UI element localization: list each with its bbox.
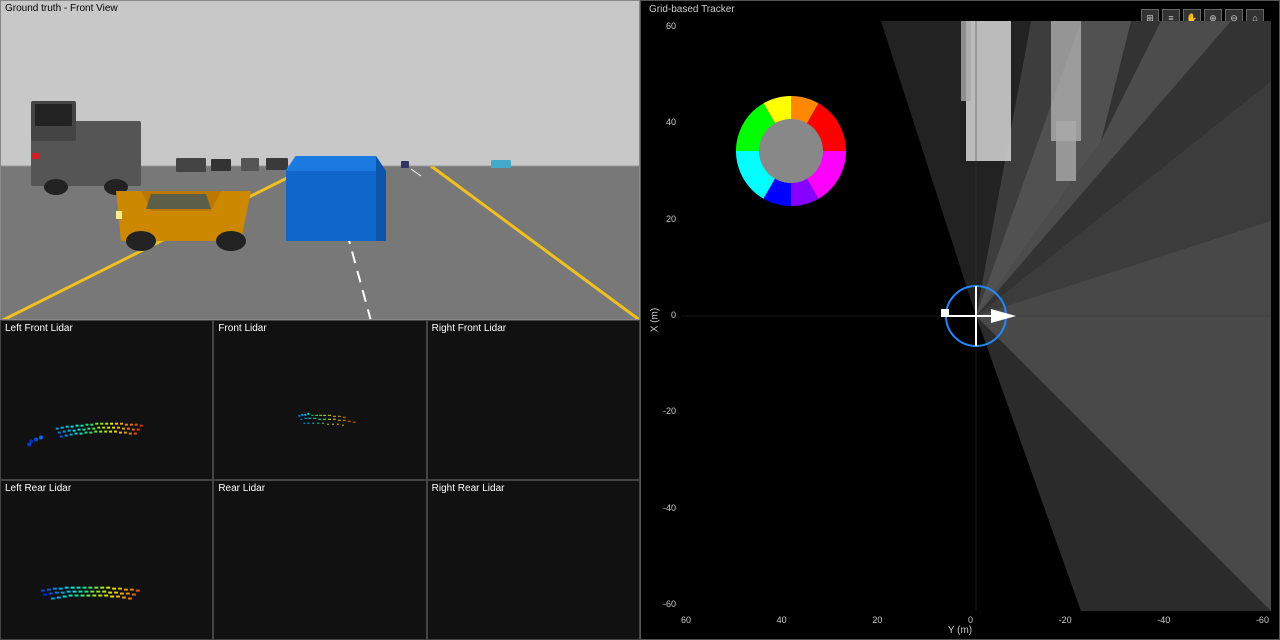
y-label-60: 60 [666,21,676,31]
y-label--40: -40 [663,503,676,513]
rear-lidar-cell: Rear Lidar [213,480,426,640]
x-axis-name: Y (m) [948,625,972,636]
x-label-40: 40 [777,615,787,625]
front-lidar-cell: Front Lidar [213,320,426,480]
left-front-lidar-cell: Left Front Lidar [0,320,213,480]
left-front-lidar-title: Left Front Lidar [5,323,73,334]
lidar-grid: Left Front Lidar [0,320,640,640]
y-label-40: 40 [666,117,676,127]
x-label--60: -60 [1256,615,1269,625]
right-front-lidar-title: Right Front Lidar [432,323,506,334]
y-label--60: -60 [663,599,676,609]
front-lidar-title: Front Lidar [218,323,266,334]
right-front-lidar-cell: Right Front Lidar [427,320,640,480]
right-rear-lidar-cell: Right Rear Lidar [427,480,640,640]
x-label--20: -20 [1059,615,1072,625]
x-label--40: -40 [1157,615,1170,625]
y-label-0: 0 [671,310,676,320]
y-label--20: -20 [663,406,676,416]
right-panel-title: Grid-based Tracker [649,4,735,15]
right-rear-lidar-title: Right Rear Lidar [432,483,505,494]
front-view: Ground truth - Front View [0,0,640,320]
left-panel: Ground truth - Front View [0,0,640,640]
left-rear-lidar-title: Left Rear Lidar [5,483,71,494]
rear-lidar-title: Rear Lidar [218,483,265,494]
x-label-60: 60 [681,615,691,625]
y-label-20: 20 [666,214,676,224]
front-view-title: Ground truth - Front View [5,3,118,14]
y-axis-name: X (m) [650,308,661,332]
right-panel: Grid-based Tracker ⊞ ≡ ✋ ⊕ ⊖ ⌂ 60 40 20 … [640,0,1280,640]
left-rear-lidar-cell: Left Rear Lidar [0,480,213,640]
tracker-svg [681,21,1271,611]
x-label-0: 0 [968,615,973,625]
x-label-20: 20 [872,615,882,625]
x-axis: 60 40 20 0 -20 -40 -60 [681,615,1269,625]
